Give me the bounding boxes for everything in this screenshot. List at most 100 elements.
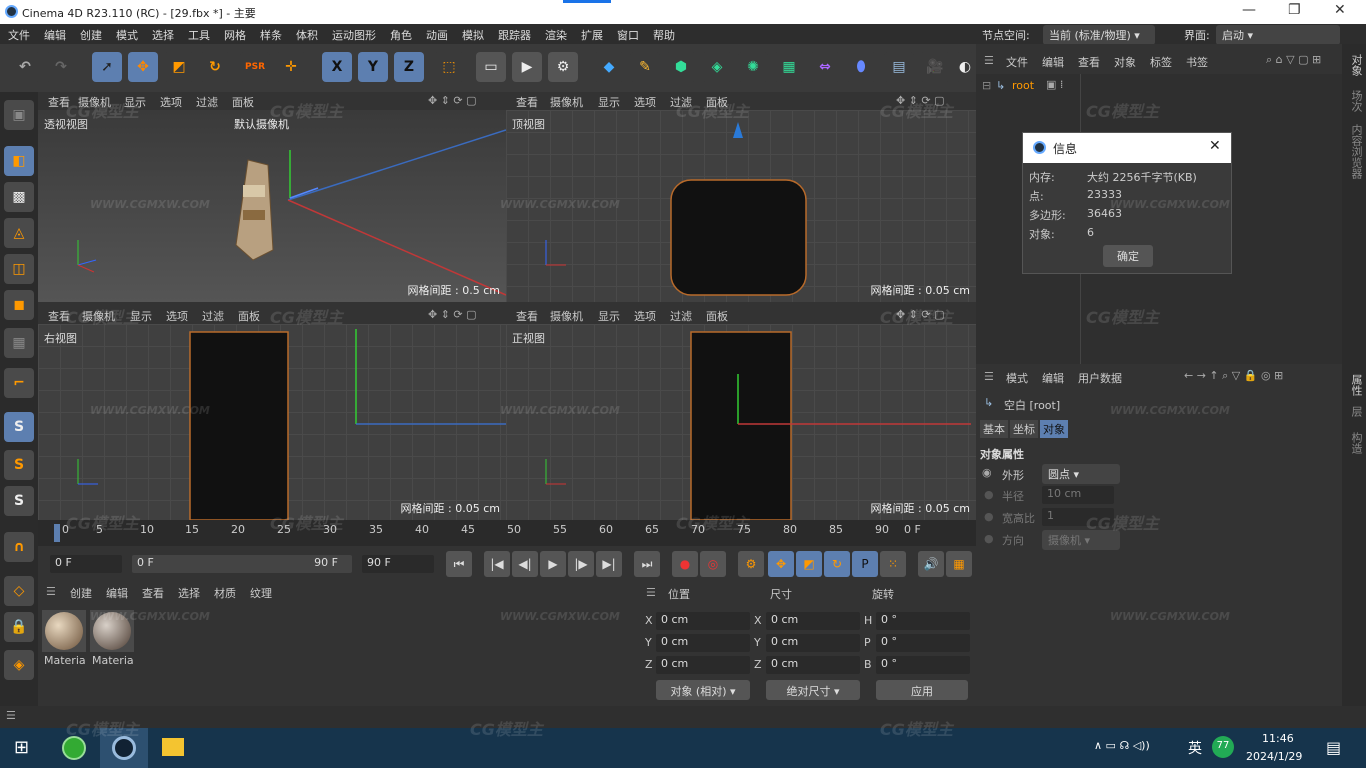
menu-simulate[interactable]: 模拟	[462, 27, 484, 43]
edges-mode-icon[interactable]: ◫	[4, 254, 34, 284]
key-param-icon[interactable]: P	[852, 551, 878, 577]
mat-menu-edit[interactable]: 编辑	[106, 585, 128, 601]
cube-icon[interactable]: ◆	[594, 52, 624, 82]
next-frame-icon[interactable]: |▶	[568, 551, 594, 577]
extrude-icon[interactable]: ◈	[702, 52, 732, 82]
redo-icon[interactable]: ↷	[46, 52, 76, 82]
z-axis-icon[interactable]: Z	[394, 52, 424, 82]
menu-spline[interactable]: 样条	[260, 27, 282, 43]
restore-icon[interactable]: ❐	[1288, 2, 1301, 18]
viewport-nav-icons[interactable]: ✥ ⇕ ⟳ ▢	[428, 94, 477, 107]
radio-icon[interactable]: ●	[984, 532, 994, 545]
attr-menu-edit[interactable]: 编辑	[1042, 370, 1064, 386]
viewport-perspective[interactable]: 查看 摄像机 显示 选项 过滤 面板 ✥ ⇕ ⟳ ▢ 透视视图 默认摄像机 网格…	[38, 92, 506, 302]
rot-p-field[interactable]: 0 °	[876, 634, 970, 652]
pos-x-field[interactable]: 0 cm	[656, 612, 750, 630]
key-pla-icon[interactable]: ⁙	[880, 551, 906, 577]
rot-b-field[interactable]: 0 °	[876, 656, 970, 674]
ok-button[interactable]: 确定	[1103, 245, 1153, 267]
attr-tab-basic[interactable]: 基本	[980, 420, 1008, 438]
mat-menu-create[interactable]: 创建	[70, 585, 92, 601]
radio-icon[interactable]: ●	[984, 510, 994, 523]
size-mode-select[interactable]: 绝对尺寸 ▾	[766, 680, 860, 700]
camera-icon[interactable]: 🎥	[920, 52, 950, 82]
viewport-top[interactable]: 查看 摄像机 显示 选项 过滤 面板 ✥ ⇕ ⟳ ▢ 顶视图 网格间距 : 0.…	[506, 92, 976, 302]
coord-mode-select[interactable]: 对象 (相对) ▾	[656, 680, 750, 700]
axis-mode-icon[interactable]: ⌐	[4, 368, 34, 398]
notification-badge[interactable]: 77	[1212, 736, 1234, 758]
side-tab-layers[interactable]: 层	[1348, 406, 1364, 417]
object-row-root[interactable]: root	[1012, 79, 1034, 92]
size-x-field[interactable]: 0 cm	[766, 612, 860, 630]
menu-tools[interactable]: 工具	[188, 27, 210, 43]
menu-tracker[interactable]: 跟踪器	[498, 27, 531, 43]
go-to-start-icon[interactable]: ⏮	[446, 551, 472, 577]
hamburger-icon[interactable]: ☰	[984, 370, 994, 383]
vp-menu-display[interactable]: 显示	[598, 308, 620, 324]
menu-select[interactable]: 选择	[152, 27, 174, 43]
apply-button[interactable]: 应用	[876, 680, 968, 700]
om-menu-tags[interactable]: 标签	[1150, 54, 1172, 70]
menu-character[interactable]: 角色	[390, 27, 412, 43]
prev-frame-icon[interactable]: ◀|	[512, 551, 538, 577]
tray-icons[interactable]: ∧ ▭ ☊ ◁))	[1094, 739, 1150, 752]
menu-volume[interactable]: 体积	[296, 27, 318, 43]
rot-h-field[interactable]: 0 °	[876, 612, 970, 630]
size-z-field[interactable]: 0 cm	[766, 656, 860, 674]
select-icon[interactable]: ➚	[92, 52, 122, 82]
side-tab-content-browser[interactable]: 内容浏览器	[1348, 124, 1364, 179]
coord-system-icon[interactable]: ⬚	[434, 52, 464, 82]
subdivision-icon[interactable]: ⬢	[666, 52, 696, 82]
cloner-icon[interactable]: ✺	[738, 52, 768, 82]
array-icon[interactable]: ▦	[774, 52, 804, 82]
vp-menu-camera[interactable]: 摄像机	[550, 308, 583, 324]
menu-mograph[interactable]: 运动图形	[332, 27, 376, 43]
render-view-icon[interactable]: ▭	[476, 52, 506, 82]
timeline-ruler[interactable]: 0 5 10 15 20 25 30 35 40 45 50 55 60 65 …	[38, 520, 976, 546]
snap-workplane-icon[interactable]: S	[4, 486, 34, 516]
hamburger-icon[interactable]: ☰	[46, 585, 56, 598]
key-position-icon[interactable]: ✥	[768, 551, 794, 577]
record-icon[interactable]: ●	[672, 551, 698, 577]
floor-icon[interactable]: ▤	[884, 52, 914, 82]
node-space-select[interactable]: 当前 (标准/物理) ▾	[1043, 25, 1155, 45]
model-mode-icon[interactable]: ◧	[4, 146, 34, 176]
vp-menu-panel[interactable]: 面板	[232, 94, 254, 110]
polygons-mode-icon[interactable]: ◼	[4, 290, 34, 320]
close-icon[interactable]: ✕	[1209, 138, 1221, 154]
menu-create[interactable]: 创建	[80, 27, 102, 43]
snap-icon[interactable]: S	[4, 412, 34, 442]
scale-icon[interactable]: ◩	[164, 52, 194, 82]
rotate-icon[interactable]: ↻	[200, 52, 230, 82]
frame-range-slider[interactable]: 0 F 90 F	[132, 555, 352, 573]
attr-nav-icons[interactable]: ← → ↑ ⌕ ▽ 🔒 ◎ ⊞	[1184, 369, 1283, 383]
deformer-icon[interactable]: ⇔	[810, 52, 840, 82]
magnet-icon[interactable]: ∩	[4, 532, 34, 562]
clock-date[interactable]: 2024/1/29	[1246, 750, 1302, 763]
close-icon[interactable]: ✕	[1334, 2, 1346, 18]
transform-icon[interactable]: ✛	[276, 52, 306, 82]
mat-menu-select[interactable]: 选择	[178, 585, 200, 601]
max-frame-field[interactable]: 90 F	[362, 555, 434, 573]
side-tab-structure[interactable]: 构造	[1348, 432, 1364, 454]
attr-tab-coord[interactable]: 坐标	[1010, 420, 1038, 438]
windows-start-icon[interactable]: ⊞	[14, 737, 29, 758]
viewport-nav-icons[interactable]: ✥ ⇕ ⟳ ▢	[428, 308, 477, 321]
vp-menu-filter[interactable]: 过滤	[202, 308, 224, 324]
ime-indicator[interactable]: 英	[1188, 738, 1202, 758]
uv-mode-icon[interactable]: ▦	[4, 328, 34, 358]
vp-menu-options[interactable]: 选项	[634, 308, 656, 324]
go-to-end-icon[interactable]: ⏭	[634, 551, 660, 577]
grid-workplane-icon[interactable]: ◈	[4, 650, 34, 680]
side-tab-objects[interactable]: 对象	[1348, 54, 1364, 76]
key-scale-icon[interactable]: ◩	[796, 551, 822, 577]
attr-menu-userdata[interactable]: 用户数据	[1078, 370, 1122, 386]
om-menu-view[interactable]: 查看	[1078, 54, 1100, 70]
vp-menu-display[interactable]: 显示	[598, 94, 620, 110]
prop-display-select[interactable]: 圆点 ▾	[1042, 464, 1120, 484]
radio-icon[interactable]: ◉	[982, 466, 992, 479]
vp-menu-camera[interactable]: 摄像机	[550, 94, 583, 110]
vp-menu-filter[interactable]: 过滤	[196, 94, 218, 110]
pos-y-field[interactable]: 0 cm	[656, 634, 750, 652]
mat-menu-view[interactable]: 查看	[142, 585, 164, 601]
